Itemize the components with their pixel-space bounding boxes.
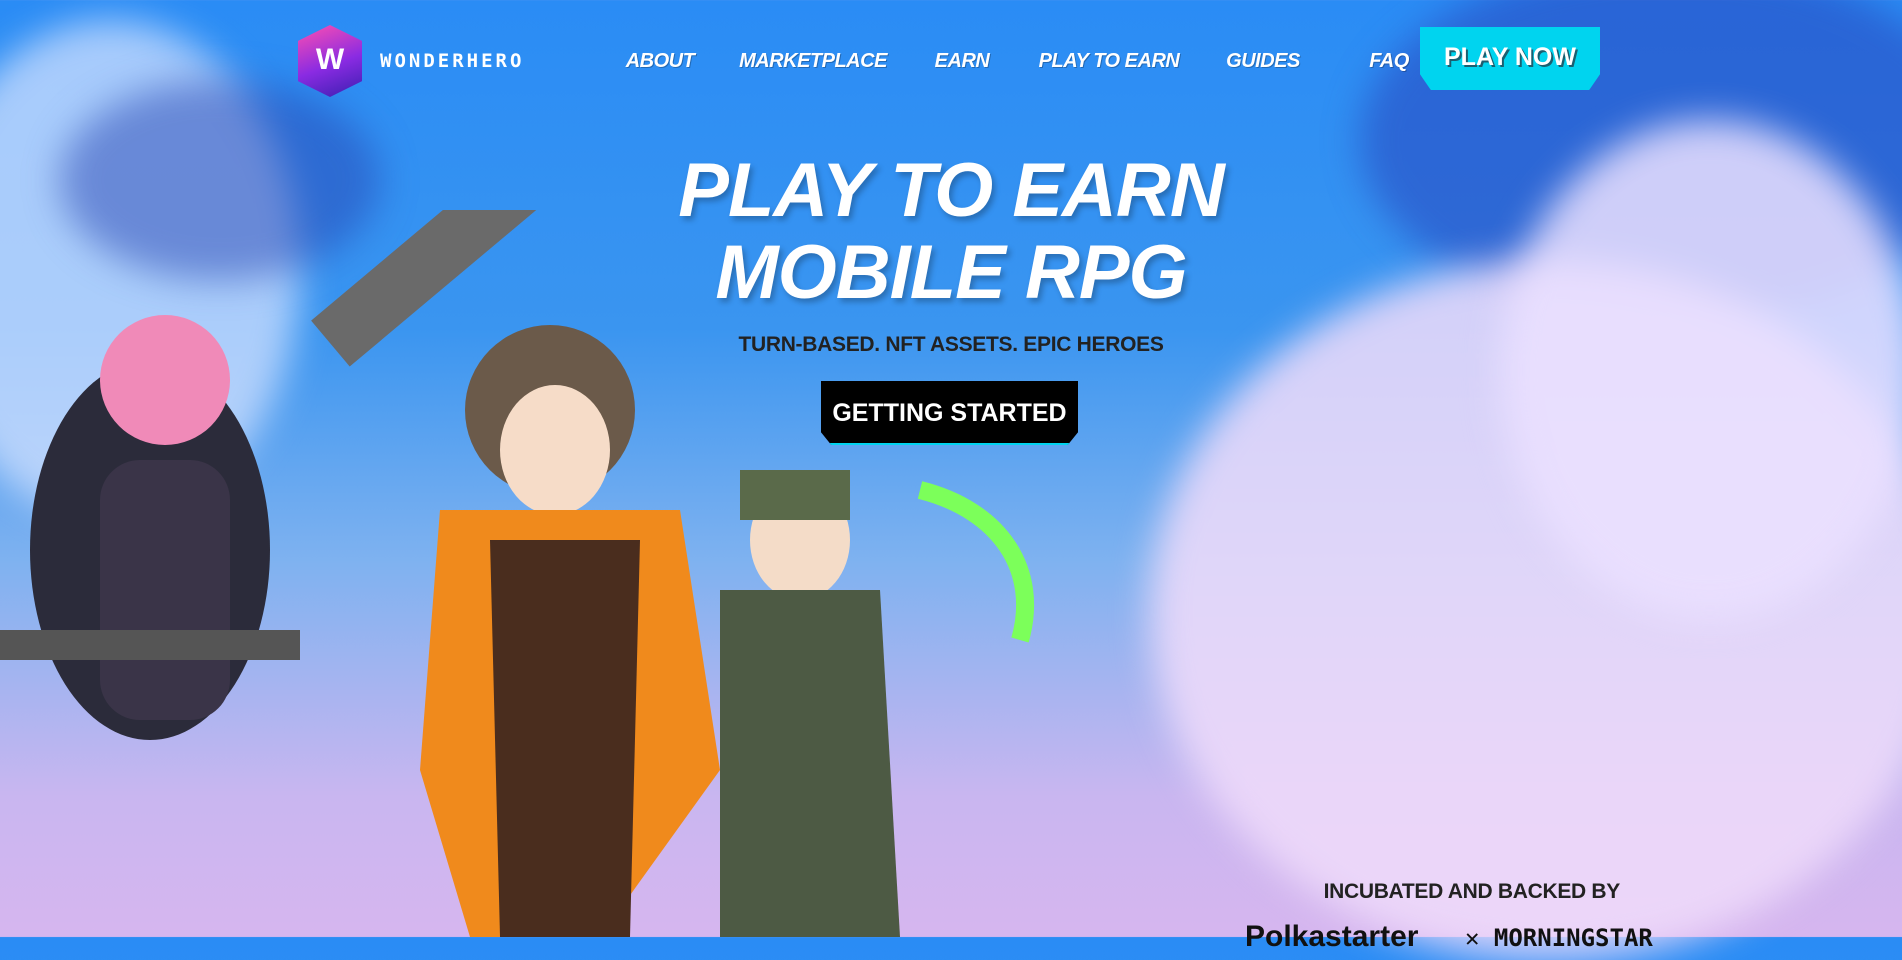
partner-logo-polkastarter[interactable]: Polkastarter (1245, 920, 1418, 954)
nav-marketplace[interactable]: MARKETPLACE (739, 50, 887, 73)
partner-logo-morningstar[interactable]: ✕ MORNINGSTAR (1465, 924, 1653, 952)
heroes-artwork (0, 210, 1035, 937)
play-now-button[interactable]: PLAY NOW (1420, 27, 1600, 90)
brand-wordmark[interactable]: WONDERHERO (380, 50, 524, 72)
hero-title: PLAY TO EARN MOBILE RPG (0, 150, 1902, 314)
nav-guides[interactable]: GUIDES (1226, 50, 1300, 73)
hero-green (720, 470, 1035, 937)
hero-pink (0, 315, 300, 740)
logo-letter: W (315, 43, 345, 76)
hero-title-line2: MOBILE RPG (715, 230, 1187, 315)
nav-about[interactable]: ABOUT (626, 50, 695, 73)
wonderhero-logo-icon[interactable]: W (298, 25, 362, 97)
nav-faq[interactable]: FAQ (1369, 50, 1409, 73)
partner-name: MORNINGSTAR (1493, 924, 1653, 952)
hero-subtitle: TURN-BASED. NFT ASSETS. EPIC HEROES (738, 333, 1164, 356)
top-nav: W WONDERHERO ABOUT MARKETPLACE EARN PLAY… (0, 0, 1902, 110)
nav-play-to-earn[interactable]: PLAY TO EARN (1039, 50, 1180, 73)
hero-orange (311, 210, 720, 937)
nav-earn[interactable]: EARN (935, 50, 990, 73)
getting-started-button[interactable]: GETTING STARTED (821, 381, 1078, 445)
hero-title-line1: PLAY TO EARN (678, 148, 1224, 233)
backers-heading: INCUBATED AND BACKED BY (1323, 880, 1621, 903)
